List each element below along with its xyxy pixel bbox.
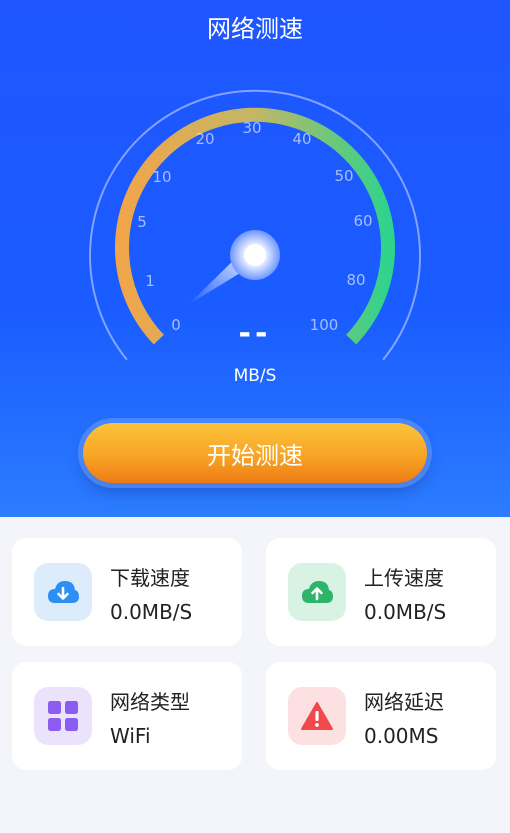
gauge-tick-label: 40 [292,130,311,148]
download-speed-card: 下载速度 0.0MB/S [12,538,242,646]
gauge-tick-label: 20 [195,130,214,148]
gauge-tick-label: 60 [353,212,372,230]
gauge-tick-label: 30 [242,119,261,137]
network-latency-label: 网络延迟 [364,690,444,714]
gauge-tick-label: 50 [334,167,353,185]
gauge-tick-label: 10 [152,168,171,186]
cloud-download-icon [34,563,92,621]
network-latency-value: 0.00MS [364,724,439,748]
network-type-card: 网络类型 WiFi [12,662,242,770]
grid-icon [34,687,92,745]
gauge-tick-label: 5 [137,213,147,231]
download-label: 下载速度 [110,566,190,590]
hero-panel: 网络测速 0 1 5 10 20 30 40 50 60 80 100 -- MB/S [0,0,510,517]
network-type-label: 网络类型 [110,690,190,714]
network-latency-card: 网络延迟 0.00MS [266,662,496,770]
gauge-tick-label: 80 [346,271,365,289]
cloud-upload-icon [288,563,346,621]
page-title: 网络测速 [207,15,303,43]
network-type-value: WiFi [110,724,151,748]
gauge-tick-label: 1 [145,272,155,290]
speed-unit: MB/S [233,366,277,386]
warning-icon [288,687,346,745]
upload-label: 上传速度 [364,566,444,590]
gauge-colored-arc [115,107,395,345]
speed-readout: -- [238,316,272,351]
download-value: 0.0MB/S [110,600,193,624]
upload-value: 0.0MB/S [364,600,447,624]
start-test-button[interactable]: 开始测速 [83,423,427,483]
upload-speed-card: 上传速度 0.0MB/S [266,538,496,646]
